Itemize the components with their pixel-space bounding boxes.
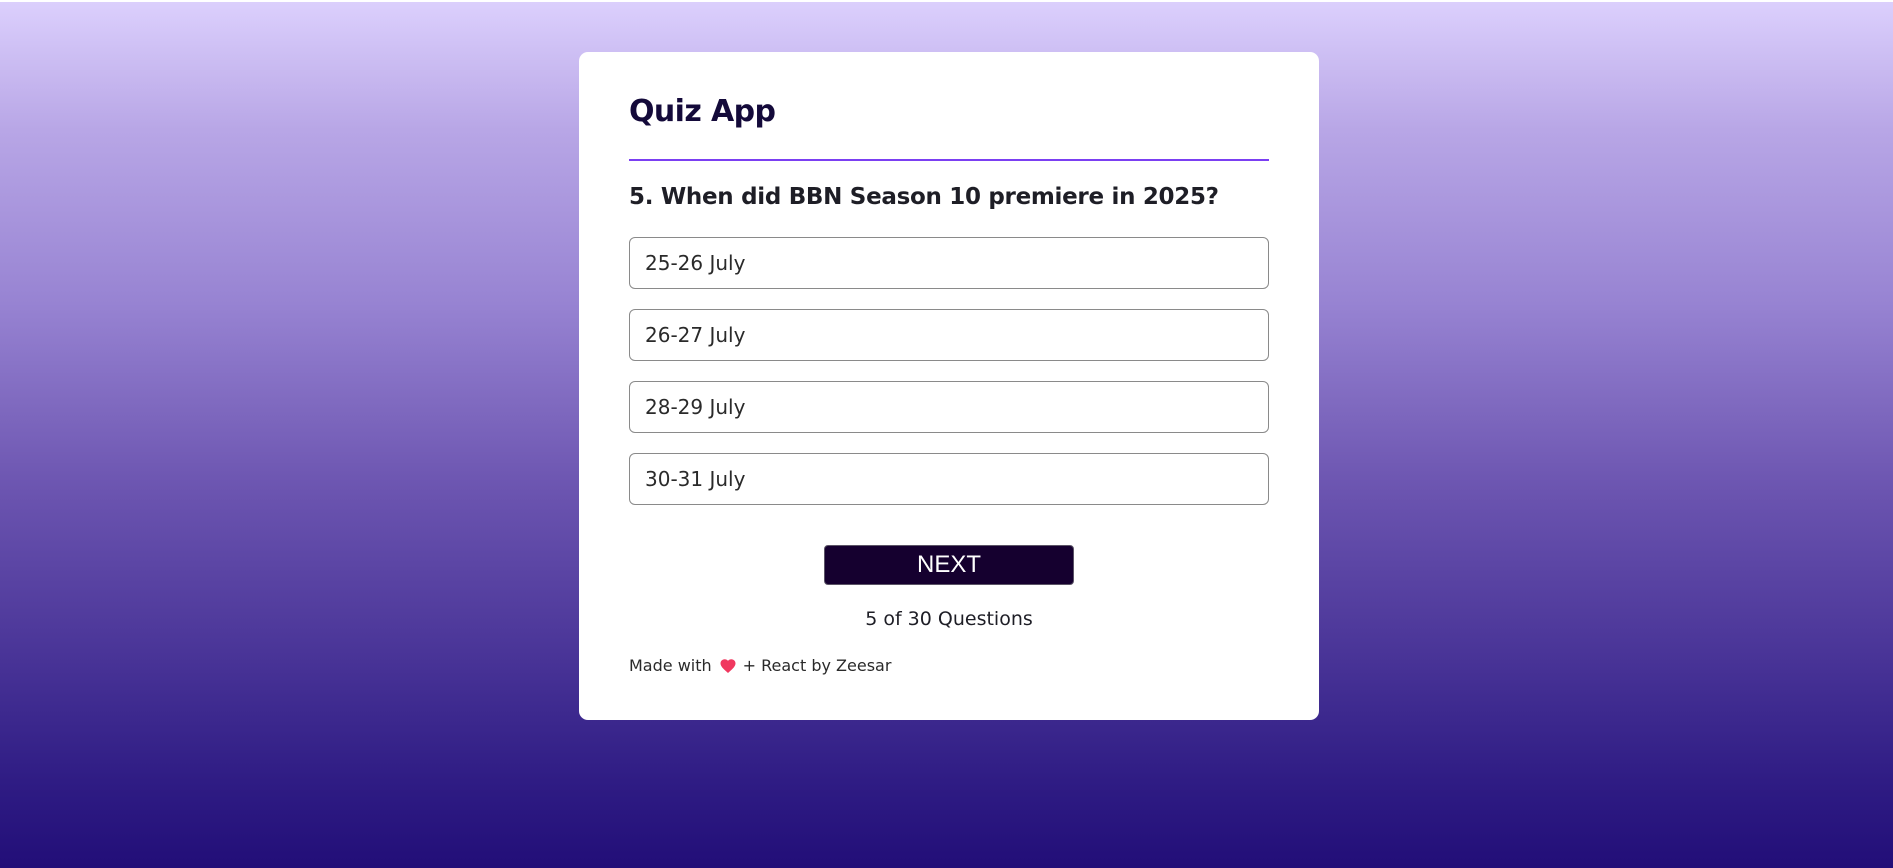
answer-option-3[interactable]: 28-29 July (629, 381, 1269, 433)
app-title: Quiz App (629, 94, 776, 129)
footer-suffix: + React by Zeesar (742, 656, 892, 675)
next-button[interactable]: NEXT (824, 545, 1074, 585)
heart-icon (719, 657, 737, 675)
answer-option-1[interactable]: 25-26 July (629, 237, 1269, 289)
top-edge-line (0, 0, 1893, 2)
title-divider (629, 159, 1269, 161)
answer-options: 25-26 July 26-27 July 28-29 July 30-31 J… (629, 237, 1269, 525)
question-text: 5. When did BBN Season 10 premiere in 20… (629, 184, 1219, 210)
quiz-card: Quiz App 5. When did BBN Season 10 premi… (579, 52, 1319, 720)
question-progress: 5 of 30 Questions (865, 608, 1033, 630)
answer-option-2[interactable]: 26-27 July (629, 309, 1269, 361)
footer-credit: Made with + React by Zeesar (629, 656, 891, 675)
answer-option-4[interactable]: 30-31 July (629, 453, 1269, 505)
footer-prefix: Made with (629, 656, 712, 675)
